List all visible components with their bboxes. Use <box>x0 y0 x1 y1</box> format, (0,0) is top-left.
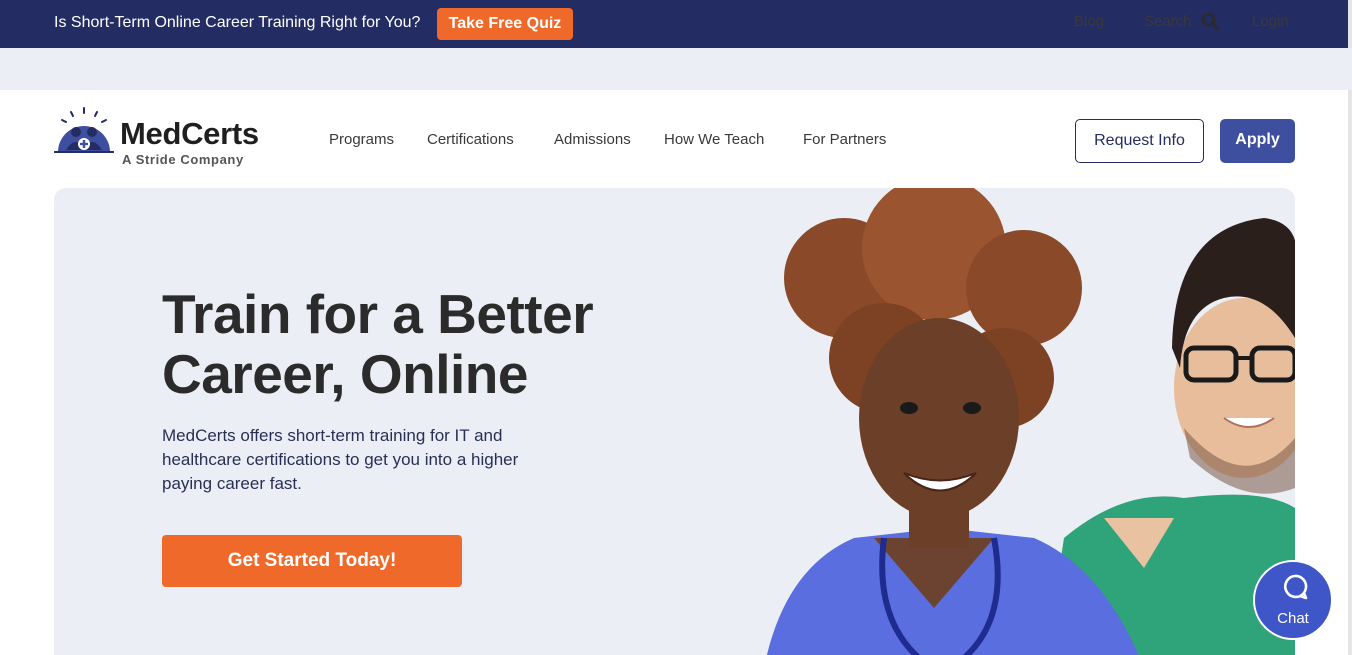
medcerts-logo-icon <box>54 107 114 153</box>
request-info-button[interactable]: Request Info <box>1075 119 1204 163</box>
apply-button[interactable]: Apply <box>1220 119 1295 163</box>
utility-bar <box>0 48 1352 90</box>
hero-subtitle-line: MedCerts offers short-term training for … <box>162 426 503 445</box>
logo-tagline: A Stride Company <box>122 152 244 167</box>
nav-how-we-teach[interactable]: How We Teach <box>664 131 764 148</box>
search-icon[interactable] <box>1201 12 1219 30</box>
take-free-quiz-button[interactable]: Take Free Quiz <box>437 8 573 40</box>
hero-title-line: Career, Online <box>162 343 528 405</box>
nav-certifications[interactable]: Certifications <box>427 131 514 148</box>
get-started-button[interactable]: Get Started Today! <box>162 535 462 587</box>
woman-figure <box>766 188 1139 655</box>
hero-subtitle: MedCerts offers short-term training for … <box>162 424 582 496</box>
promo-text: Is Short-Term Online Career Training Rig… <box>54 14 421 31</box>
page-scrollbar[interactable] <box>1348 0 1352 655</box>
chat-label: Chat <box>1277 610 1309 627</box>
chat-widget-button[interactable]: Chat <box>1253 560 1333 640</box>
blog-link[interactable]: Blog <box>1074 13 1104 30</box>
logo-name: MedCerts <box>120 116 259 151</box>
chat-bubble-icon <box>1283 574 1308 600</box>
login-link[interactable]: Login <box>1252 13 1289 30</box>
nav-admissions[interactable]: Admissions <box>554 131 631 148</box>
nav-for-partners[interactable]: For Partners <box>803 131 886 148</box>
hero-photo <box>766 188 1295 655</box>
hero-title-line: Train for a Better <box>162 283 594 345</box>
nav-programs[interactable]: Programs <box>329 131 394 148</box>
search-link[interactable]: Search <box>1144 13 1192 30</box>
medcerts-logo[interactable]: MedCerts A Stride Company <box>54 106 284 170</box>
hero-title: Train for a Better Career, Online <box>162 283 594 405</box>
hero-subtitle-line: healthcare certifications to get you int… <box>162 450 519 469</box>
hero-section: Train for a Better Career, Online MedCer… <box>54 188 1295 655</box>
hero-subtitle-line: paying career fast. <box>162 474 302 493</box>
